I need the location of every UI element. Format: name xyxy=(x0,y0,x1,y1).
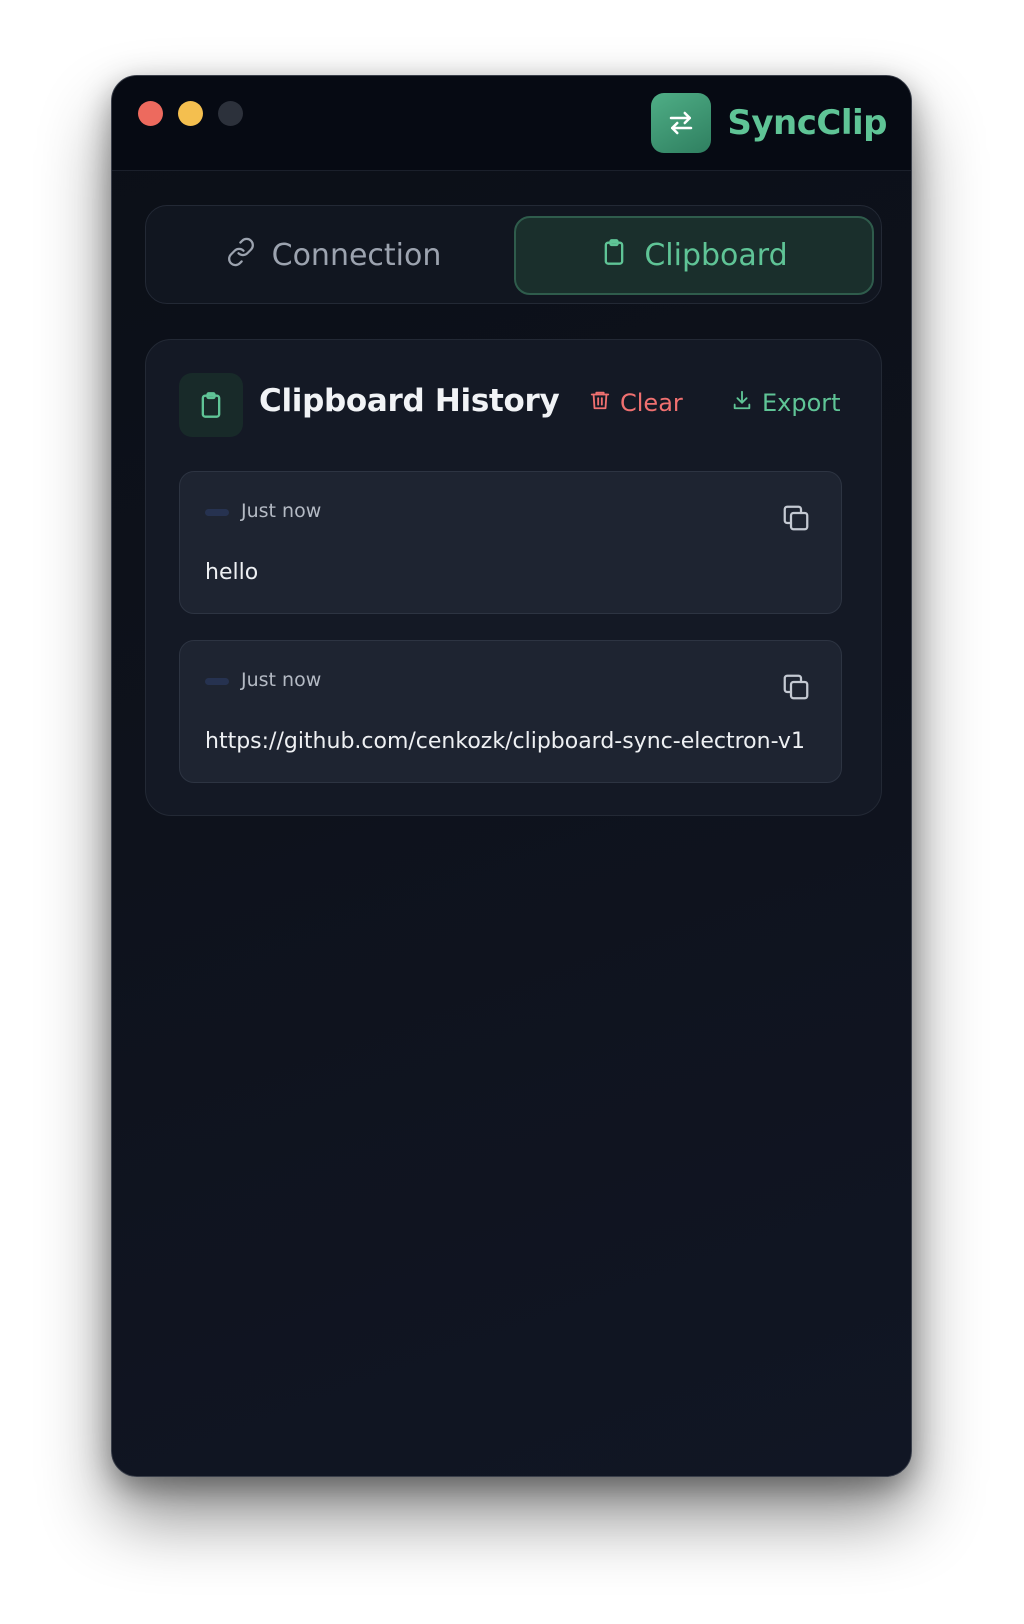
item-device-indicator xyxy=(205,509,229,516)
export-button[interactable]: Export xyxy=(731,388,841,418)
tab-clipboard-label: Clipboard xyxy=(644,238,788,273)
copy-icon[interactable] xyxy=(781,671,811,703)
tab-connection[interactable]: Connection xyxy=(156,216,511,295)
item-timestamp: Just now xyxy=(241,669,322,691)
item-content: hello xyxy=(205,560,259,585)
minimize-window-button[interactable] xyxy=(178,101,203,126)
titlebar[interactable]: SyncClip xyxy=(112,76,911,171)
clipboard-history-panel: Clipboard History Clear Export Just now … xyxy=(145,339,882,816)
zoom-window-button[interactable] xyxy=(218,101,243,126)
app-window: SyncClip Connection Clipboard Clipboard … xyxy=(111,75,912,1477)
item-timestamp: Just now xyxy=(241,500,322,522)
clipboard-icon xyxy=(179,373,243,437)
panel-title: Clipboard History xyxy=(259,383,560,419)
item-device-indicator xyxy=(205,678,229,685)
item-content: https://github.com/cenkozk/clipboard-syn… xyxy=(205,729,805,754)
tab-bar: Connection Clipboard xyxy=(145,205,882,304)
download-icon xyxy=(731,388,753,418)
link-icon xyxy=(226,237,256,275)
clear-label: Clear xyxy=(620,389,683,417)
brand: SyncClip xyxy=(651,93,887,153)
close-window-button[interactable] xyxy=(138,101,163,126)
tab-clipboard[interactable]: Clipboard xyxy=(514,216,874,295)
app-name: SyncClip xyxy=(727,103,887,143)
trash-icon xyxy=(589,388,611,418)
clipboard-icon xyxy=(600,237,628,275)
tab-connection-label: Connection xyxy=(271,238,442,273)
swap-arrows-icon xyxy=(651,93,712,153)
copy-icon[interactable] xyxy=(781,502,811,534)
history-item[interactable]: Just now https://github.com/cenkozk/clip… xyxy=(179,640,842,783)
export-label: Export xyxy=(762,389,841,417)
clear-button[interactable]: Clear xyxy=(589,388,683,418)
history-item[interactable]: Just now hello xyxy=(179,471,842,614)
